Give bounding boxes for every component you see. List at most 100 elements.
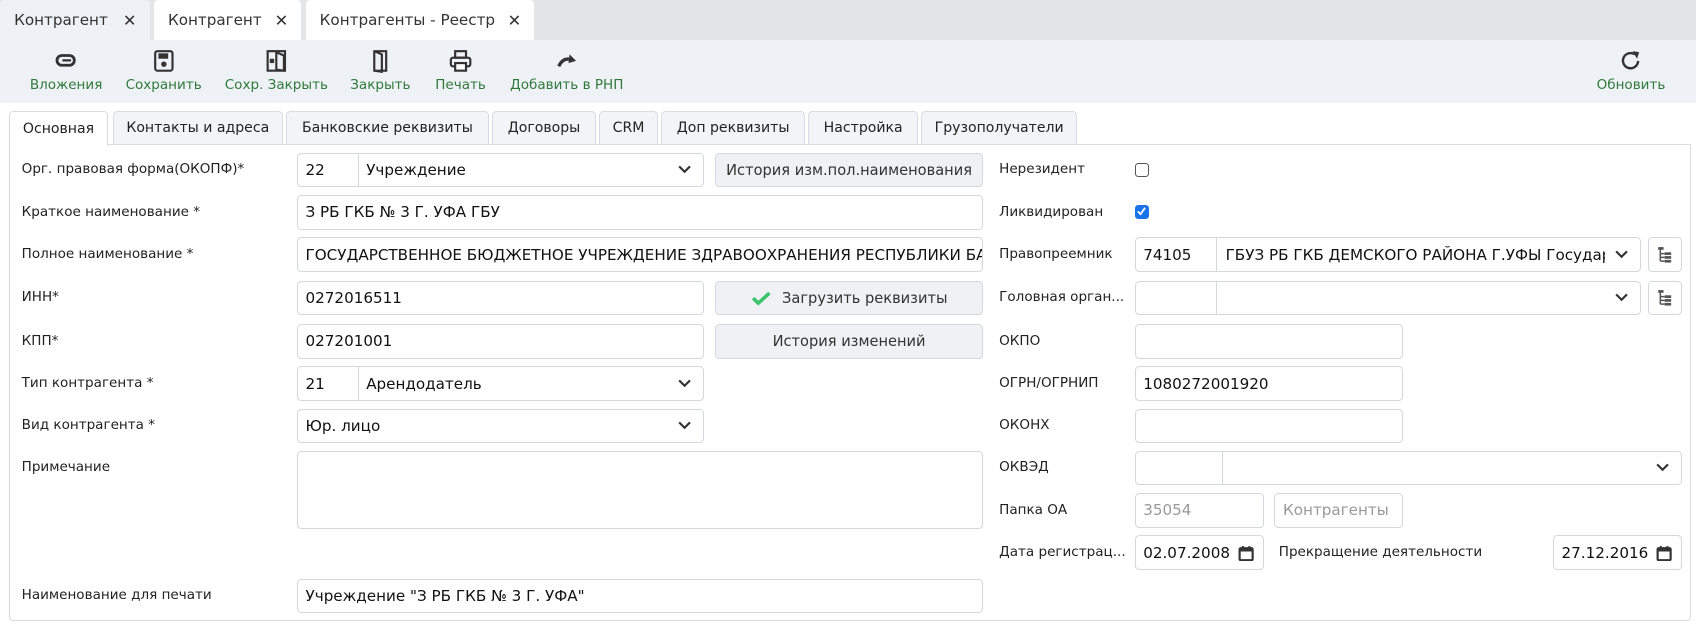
successor-value: ГБУЗ РБ ГКБ ДЕМСКОГО РАЙОНА Г.УФЫ Госуда…: [1225, 245, 1605, 264]
label: Добавить в РНП: [510, 76, 624, 93]
printer-icon: [449, 49, 472, 72]
tab-label: Контрагент: [167, 11, 262, 30]
door-icon: [372, 49, 387, 73]
refresh-icon: [1622, 50, 1640, 70]
okved-label: ОКВЭД: [999, 459, 1049, 476]
end-date-value: 27.12.2016: [1561, 543, 1649, 562]
inn-input[interactable]: 0272016511: [296, 280, 705, 316]
tab-bank[interactable]: Банковские реквизиты: [286, 110, 489, 146]
tab-label: Грузополучатели: [934, 120, 1064, 137]
tab-consignees[interactable]: Грузополучатели: [921, 110, 1078, 146]
close-button[interactable]: Закрыть: [350, 49, 411, 93]
tab-crm[interactable]: CRM: [599, 110, 658, 146]
opf-label: Орг. правовая форма(ОКОПФ)*: [21, 161, 245, 178]
reg-date-input[interactable]: 02.07.2008: [1134, 535, 1264, 571]
close-icon[interactable]: ✕: [275, 11, 289, 30]
inn-label: ИНН*: [21, 289, 59, 306]
successor-tree-button[interactable]: [1648, 237, 1682, 272]
opf-value: Учреждение: [366, 161, 466, 180]
reg-date-value: 02.07.2008: [1143, 543, 1230, 562]
ogrn-input[interactable]: 1080272001920: [1134, 366, 1404, 401]
nonresident-checkbox[interactable]: [1134, 162, 1149, 177]
short-name-label: Краткое наименование *: [21, 203, 201, 220]
tab-contacts[interactable]: Контакты и адреса: [112, 110, 283, 146]
tab-extra[interactable]: Доп реквизиты: [661, 110, 806, 146]
tab-settings[interactable]: Настройка: [808, 110, 918, 146]
head-org-tree-button[interactable]: [1648, 280, 1682, 316]
redo-icon: [557, 54, 577, 67]
tab-main[interactable]: Основная: [8, 110, 109, 147]
type-label: Тип контрагента *: [21, 374, 154, 391]
end-date-label: Прекращение деятельности: [1278, 544, 1483, 561]
save-close-button[interactable]: Сохр. Закрыть: [225, 49, 328, 93]
head-org-code: [1136, 281, 1217, 315]
tab-label: Настройка: [823, 120, 903, 137]
ogrn-label: ОГРН/ОГРНИП: [999, 374, 1099, 391]
save-button[interactable]: Сохранить: [126, 49, 202, 93]
kpp-input[interactable]: 027201001: [296, 324, 705, 359]
okpo-input[interactable]: [1134, 324, 1404, 359]
label: Печать: [435, 76, 486, 93]
chevron-down-icon: [678, 379, 692, 388]
print-name-input[interactable]: Учреждение "З РБ ГКБ № 3 Г. УФА": [296, 578, 983, 614]
kind-select[interactable]: Юр. лицо: [296, 408, 705, 444]
window-tab[interactable]: Контрагенты - Реестр ✕: [305, 0, 535, 41]
name-history-button[interactable]: История изм.пол.наименования: [715, 152, 983, 188]
chevron-down-icon: [1615, 293, 1628, 302]
history-button[interactable]: История изменений: [715, 324, 983, 359]
short-name-input[interactable]: З РБ ГКБ № 3 Г. УФА ГБУ: [296, 195, 983, 230]
load-requisites-button[interactable]: Загрузить реквизиты: [715, 280, 983, 316]
save-door-icon: [266, 49, 287, 72]
tab-label: Доп реквизиты: [676, 120, 790, 137]
paperclip-icon: [56, 53, 77, 67]
calendar-icon[interactable]: [1238, 545, 1254, 562]
window-tab[interactable]: Контрагент ✕: [153, 0, 302, 41]
end-date-input[interactable]: 27.12.2016: [1552, 535, 1682, 571]
label: Сохр. Закрыть: [224, 76, 328, 93]
note-label: Примечание: [21, 459, 111, 476]
check-icon: [1136, 207, 1146, 216]
note-textarea[interactable]: [296, 450, 983, 529]
close-icon[interactable]: ✕: [508, 11, 522, 30]
kind-label: Вид контрагента *: [21, 417, 155, 434]
close-icon[interactable]: ✕: [123, 11, 137, 30]
tab-label: Банковские реквизиты: [301, 120, 473, 137]
liquidated-checkbox[interactable]: [1134, 204, 1149, 219]
kpp-label: КПП*: [21, 332, 59, 349]
print-button[interactable]: Печать: [435, 49, 486, 93]
refresh-button[interactable]: Обновить: [1596, 49, 1666, 93]
type-code: 21: [298, 367, 359, 400]
window-tab[interactable]: Контрагент ✕: [0, 0, 150, 41]
tab-contracts[interactable]: Договоры: [491, 110, 597, 146]
okonh-input[interactable]: [1134, 408, 1404, 444]
head-org-label: Головная орган...: [999, 289, 1125, 306]
okpo-label: ОКПО: [999, 332, 1041, 349]
attachments-button[interactable]: Вложения: [30, 49, 102, 93]
chevron-down-icon: [1615, 250, 1628, 259]
chevron-down-icon: [678, 421, 692, 430]
label: Закрыть: [350, 76, 411, 93]
calendar-icon[interactable]: [1656, 545, 1672, 562]
okved-select[interactable]: [1134, 450, 1682, 486]
folder-label: Папка ОА: [999, 501, 1068, 518]
tree-icon: [1658, 247, 1672, 263]
folder-name-input[interactable]: Контрагенты: [1274, 493, 1404, 528]
full-name-label: Полное наименование *: [21, 245, 194, 262]
reg-date-label: Дата регистрац...: [999, 544, 1126, 561]
label: Загрузить реквизиты: [782, 289, 948, 307]
full-name-input[interactable]: ГОСУДАРСТВЕННОЕ БЮДЖЕТНОЕ УЧРЕЖДЕНИЕ ЗДР…: [296, 237, 983, 272]
add-rnp-button[interactable]: Добавить в РНП: [510, 49, 623, 93]
type-select[interactable]: 21 Арендодатель: [296, 366, 705, 401]
okonh-label: ОКОНХ: [999, 417, 1050, 434]
successor-select[interactable]: 74105 ГБУЗ РБ ГКБ ДЕМСКОГО РАЙОНА Г.УФЫ …: [1134, 237, 1641, 272]
head-org-select[interactable]: [1134, 280, 1641, 316]
nonresident-label: Нерезидент: [999, 161, 1085, 178]
opf-select[interactable]: 22 Учреждение: [296, 152, 705, 188]
label: Обновить: [1596, 76, 1666, 93]
chevron-down-icon: [678, 166, 692, 174]
tree-icon: [1658, 290, 1672, 306]
folder-code-input[interactable]: 35054: [1134, 493, 1264, 528]
checkmark-icon: [751, 291, 771, 306]
print-name-label: Наименование для печати: [21, 587, 212, 604]
type-value: Арендодатель: [366, 374, 482, 393]
